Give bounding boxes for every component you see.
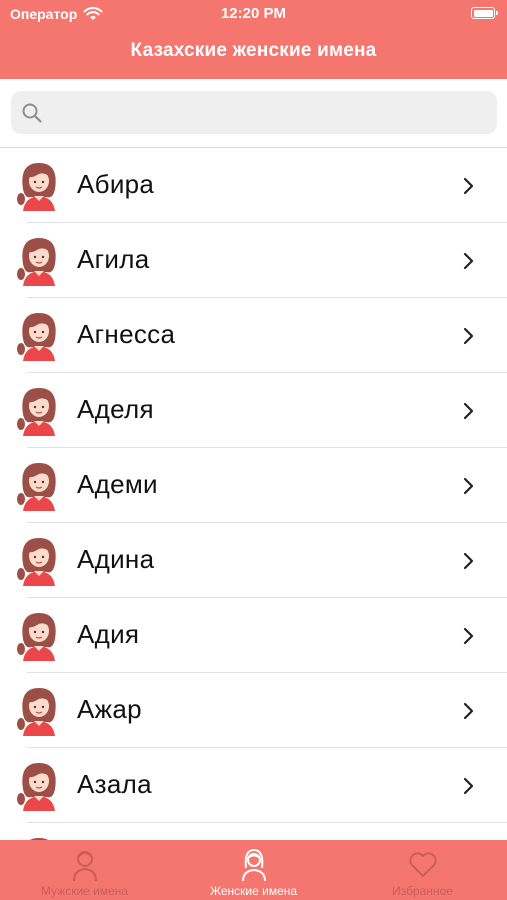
tab-bar: Мужские имена Женские имена Избранное [0, 840, 507, 900]
search-bar [0, 79, 507, 148]
girl-avatar-icon [17, 538, 56, 586]
girl-icon [241, 848, 266, 882]
page-title: Казахские женские имена [130, 40, 377, 61]
chevron-right-icon [463, 552, 474, 570]
list-item[interactable]: Агила [0, 223, 507, 298]
list-item[interactable]: Ажар [0, 673, 507, 748]
girl-avatar-icon [17, 688, 56, 736]
name-label: Аделя [77, 394, 154, 424]
chevron-right-icon [463, 252, 474, 270]
tab-female-names[interactable]: Женские имена [169, 840, 338, 900]
chevron-right-icon [463, 177, 474, 195]
list-item[interactable]: Агнесса [0, 298, 507, 373]
search-input[interactable] [11, 91, 497, 134]
heart-icon [408, 852, 437, 877]
list-item[interactable]: Адия [0, 598, 507, 673]
tab-favorites[interactable]: Избранное [338, 840, 507, 900]
name-label: Абира [77, 169, 155, 199]
boy-icon [72, 851, 97, 882]
chevron-right-icon [463, 327, 474, 345]
search-icon [22, 103, 42, 123]
list-item[interactable]: Адина [0, 523, 507, 598]
girl-avatar-icon [17, 388, 56, 436]
chevron-right-icon [463, 627, 474, 645]
chevron-right-icon [463, 777, 474, 795]
names-list: Абира Агила Агнесса Аделя Адеми Адина Ад… [0, 148, 507, 840]
tab-label: Мужские имена [40, 884, 129, 898]
girl-avatar-icon [17, 613, 56, 661]
girl-avatar-icon [17, 238, 56, 286]
header: Оператор 12:20 PM Казахские женские имен… [0, 0, 507, 79]
girl-avatar-icon [17, 163, 56, 211]
name-label: Ажар [77, 694, 142, 724]
tab-label: Женские имена [209, 884, 298, 898]
chevron-right-icon [463, 477, 474, 495]
chevron-right-icon [463, 402, 474, 420]
tab-label: Избранное [392, 884, 453, 898]
girl-avatar-icon [17, 463, 56, 511]
name-label: Азала [77, 769, 152, 799]
girl-avatar-icon [17, 763, 56, 811]
name-label: Агнесса [77, 319, 176, 349]
tab-male-names[interactable]: Мужские имена [0, 840, 169, 900]
list-item[interactable]: Адеми [0, 448, 507, 523]
name-label: Адия [77, 619, 140, 649]
list-item[interactable]: Аделя [0, 373, 507, 448]
list-item[interactable] [0, 823, 507, 840]
name-label: Адеми [77, 469, 158, 499]
name-label: Адина [77, 544, 155, 574]
clock: 12:20 PM [220, 5, 287, 22]
list-item[interactable]: Азала [0, 748, 507, 823]
status-bar: Оператор 12:20 PM [0, 0, 507, 28]
battery-icon [471, 7, 498, 19]
chevron-right-icon [463, 702, 474, 720]
name-label: Агила [77, 244, 150, 274]
list-item[interactable]: Абира [0, 148, 507, 223]
girl-avatar-icon [17, 313, 56, 361]
